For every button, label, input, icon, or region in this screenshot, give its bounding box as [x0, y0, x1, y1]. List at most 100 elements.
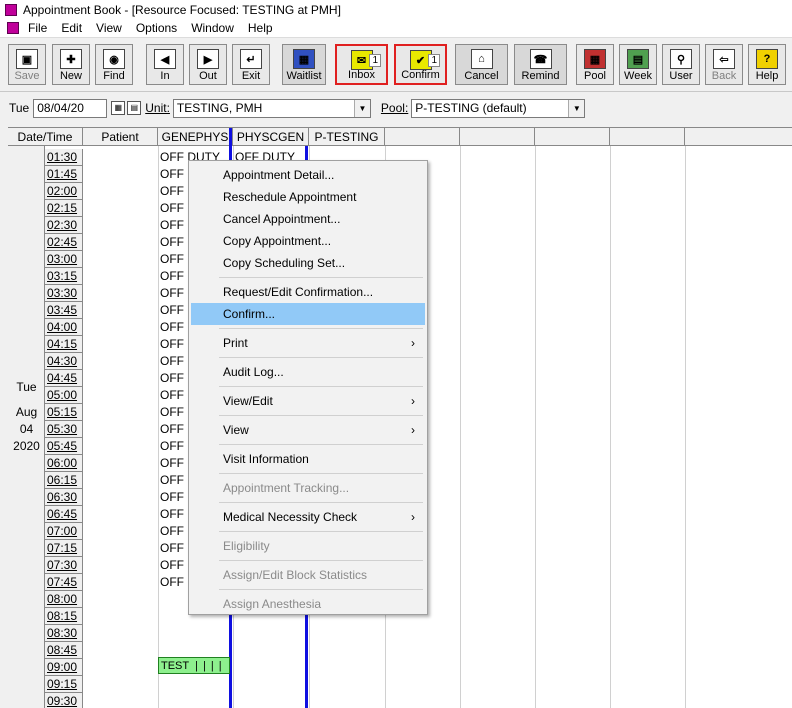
col-empty [460, 128, 535, 146]
time-slot-label[interactable]: 06:15 [45, 472, 83, 489]
time-slot-label[interactable]: 02:00 [45, 183, 83, 200]
time-slot-label[interactable]: 01:45 [45, 166, 83, 183]
date-picker-icon[interactable]: ▤ [127, 101, 142, 115]
menu-file[interactable]: File [28, 21, 47, 35]
time-slot-label[interactable]: 07:00 [45, 523, 83, 540]
document-icon[interactable] [7, 22, 19, 34]
time-slot-label[interactable]: 01:30 [45, 149, 83, 166]
app-icon [5, 3, 17, 16]
menu-item-medical-necessity-check[interactable]: Medical Necessity Check › [191, 506, 425, 528]
menu-item-request-edit-confirmation[interactable]: Request/Edit Confirmation... [191, 281, 425, 303]
col-patient[interactable]: Patient [83, 128, 158, 146]
time-slot-label[interactable]: 09:00 [45, 659, 83, 676]
toolbar-button-label: Back [711, 70, 737, 82]
toolbar-waitlist-button[interactable]: ▦ Waitlist [282, 44, 326, 85]
toolbar-button-label: Save [14, 70, 40, 82]
filter-bar: Tue 08/04/20 ▦ ▤ Unit: TESTING, PMH ▼ Po… [0, 96, 792, 120]
menu-item-confirm[interactable]: Confirm... [191, 303, 425, 325]
toolbar-remind-button[interactable]: ☎ Remind [514, 44, 567, 85]
unit-select[interactable]: TESTING, PMH ▼ [172, 98, 371, 118]
toolbar-new-button[interactable]: ✚ New [52, 44, 90, 85]
time-slot-label[interactable]: 08:30 [45, 625, 83, 642]
toolbar-week-button[interactable]: ▤ Week [619, 44, 657, 85]
time-slot-label[interactable]: 02:45 [45, 234, 83, 251]
time-slot-label[interactable]: 08:00 [45, 591, 83, 608]
off-duty-genephys: OFF I [160, 286, 191, 300]
menu-window[interactable]: Window [191, 21, 234, 35]
menu-separator [219, 386, 423, 387]
check-in-icon: ◀ [154, 49, 176, 69]
time-slot-label[interactable]: 09:15 [45, 676, 83, 693]
toolbar-back-button[interactable]: ⇦ Back [705, 44, 743, 85]
menu-item-appointment-detail[interactable]: Appointment Detail... [191, 164, 425, 186]
time-slot-label[interactable]: 09:30 [45, 693, 83, 708]
toolbar-exit-button[interactable]: ↵ Exit [232, 44, 270, 85]
toolbar-confirm-button[interactable]: ✔ 1 Confirm [394, 44, 447, 85]
menu-item-copy-appointment[interactable]: Copy Appointment... [191, 230, 425, 252]
time-slot-label[interactable]: 08:45 [45, 642, 83, 659]
remind-icon: ☎ [529, 49, 552, 69]
time-slot-label[interactable]: 05:15 [45, 404, 83, 421]
col-empty [610, 128, 685, 146]
calendar-icon[interactable]: ▦ [111, 101, 126, 115]
time-slot-label[interactable]: 07:45 [45, 574, 83, 591]
menu-item-view-edit[interactable]: View/Edit › [191, 390, 425, 412]
time-slot-label[interactable]: 06:45 [45, 506, 83, 523]
toolbar-button-label: Help [755, 70, 779, 82]
badge-count: 1 [369, 54, 381, 67]
col-physcgen[interactable]: PHYSCGEN [233, 128, 309, 146]
appointment-block[interactable]: TEST |||| [158, 657, 230, 674]
time-slot-label[interactable]: 04:15 [45, 336, 83, 353]
chevron-down-icon[interactable]: ▼ [568, 99, 585, 117]
toolbar-save-button[interactable]: ▣ Save [8, 44, 46, 85]
toolbar-cancel-button[interactable]: ⌂ Cancel [455, 44, 508, 85]
time-slot-label[interactable]: 03:15 [45, 268, 83, 285]
menu-item-cancel-appointment[interactable]: Cancel Appointment... [191, 208, 425, 230]
toolbar-user-button[interactable]: ⚲ User [662, 44, 700, 85]
menu-item-print[interactable]: Print › [191, 332, 425, 354]
menu-options[interactable]: Options [136, 21, 177, 35]
time-slot-label[interactable]: 02:30 [45, 217, 83, 234]
menu-item-label: Assign Anesthesia [223, 597, 322, 611]
toolbar-find-button[interactable]: ◉ Find [95, 44, 133, 85]
time-slot-label[interactable]: 07:30 [45, 557, 83, 574]
time-slot-label[interactable]: 03:45 [45, 302, 83, 319]
time-slot-label[interactable]: 03:00 [45, 251, 83, 268]
time-slot-label[interactable]: 08:15 [45, 608, 83, 625]
time-slot-label[interactable]: 05:30 [45, 421, 83, 438]
col-genephys[interactable]: GENEPHYS [158, 128, 233, 146]
time-slot-label[interactable]: 02:15 [45, 200, 83, 217]
time-slot-label[interactable]: 07:15 [45, 540, 83, 557]
time-slot-label[interactable]: 04:30 [45, 353, 83, 370]
menu-item-copy-scheduling-set[interactable]: Copy Scheduling Set... [191, 252, 425, 274]
badge-count: 1 [428, 54, 440, 67]
toolbar-help-button[interactable]: ? Help [748, 44, 786, 85]
menu-item-visit-information[interactable]: Visit Information [191, 448, 425, 470]
pool-select[interactable]: P-TESTING (default) ▼ [411, 98, 586, 118]
time-slot-label[interactable]: 04:00 [45, 319, 83, 336]
col-p-testing[interactable]: P-TESTING [309, 128, 385, 146]
menu-help[interactable]: Help [248, 21, 273, 35]
time-slot-label[interactable]: 05:00 [45, 387, 83, 404]
help-icon: ? [756, 49, 778, 69]
menu-item-label: Audit Log... [223, 365, 284, 379]
toolbar-inbox-button[interactable]: ✉ 1 Inbox [335, 44, 388, 85]
toolbar-pool-button[interactable]: ▦ Pool [576, 44, 614, 85]
date-field[interactable]: 08/04/20 [33, 98, 108, 118]
menu-item-reschedule-appointment[interactable]: Reschedule Appointment [191, 186, 425, 208]
toolbar-out-button[interactable]: ▶ Out [189, 44, 227, 85]
menu-item-view[interactable]: View › [191, 419, 425, 441]
time-slot-label[interactable]: 04:45 [45, 370, 83, 387]
off-duty-genephys: OFF I [160, 218, 191, 232]
chevron-down-icon[interactable]: ▼ [353, 99, 370, 117]
menu-edit[interactable]: Edit [61, 21, 82, 35]
menu-item-audit-log[interactable]: Audit Log... [191, 361, 425, 383]
col-datetime[interactable]: Date/Time [8, 128, 83, 146]
menu-view[interactable]: View [96, 21, 122, 35]
time-slot-label[interactable]: 06:30 [45, 489, 83, 506]
time-slot-label[interactable]: 03:30 [45, 285, 83, 302]
time-slot-label[interactable]: 05:45 [45, 438, 83, 455]
time-slot-label[interactable]: 06:00 [45, 455, 83, 472]
toolbar-in-button[interactable]: ◀ In [146, 44, 184, 85]
date-column: Tue Aug 04 2020 [8, 146, 45, 708]
